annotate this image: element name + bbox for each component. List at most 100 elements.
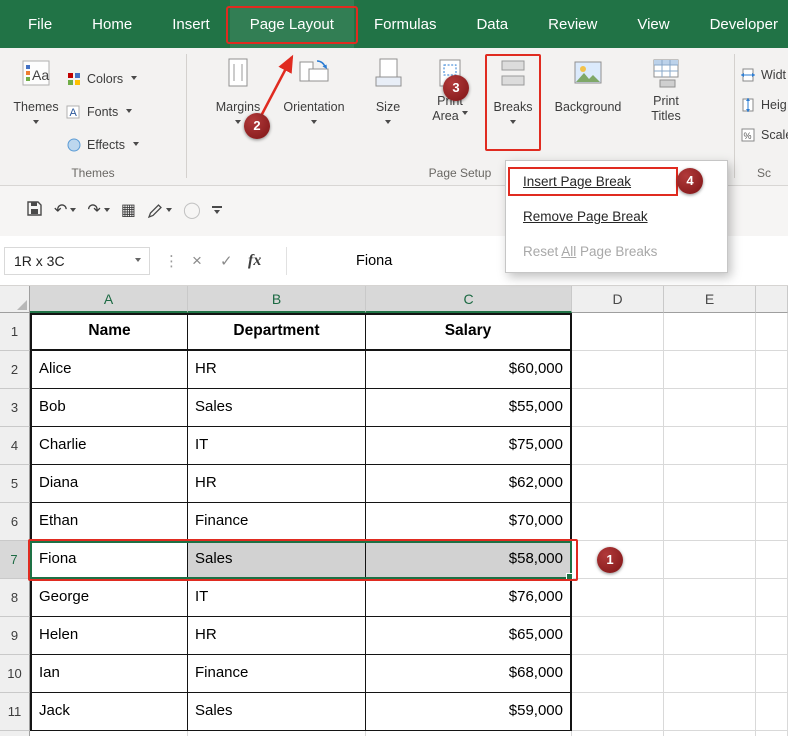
- select-all-button[interactable]: [0, 286, 30, 313]
- cell-name[interactable]: Alice: [30, 351, 188, 389]
- row-header[interactable]: 6: [0, 503, 30, 541]
- fonts-button[interactable]: A Fonts: [66, 99, 139, 125]
- cell-department[interactable]: HR: [188, 617, 366, 655]
- cell-empty[interactable]: [664, 617, 756, 655]
- tab-page-layout[interactable]: Page Layout: [225, 0, 358, 48]
- customize-qat-button[interactable]: [211, 205, 222, 217]
- cell-name[interactable]: George: [30, 579, 188, 617]
- column-header-d[interactable]: D: [572, 286, 664, 313]
- cell-empty[interactable]: [756, 655, 788, 693]
- cell-department[interactable]: Finance: [188, 503, 366, 541]
- column-header-c[interactable]: C: [366, 286, 572, 313]
- row-header[interactable]: 5: [0, 465, 30, 503]
- formula-bar-handle[interactable]: ⋮: [164, 247, 179, 275]
- menu-item-remove-page-break[interactable]: Remove Page Break: [506, 199, 727, 234]
- cell-salary[interactable]: $75,000: [366, 427, 572, 465]
- cell-empty[interactable]: [572, 313, 664, 351]
- shape-button[interactable]: ◯: [183, 203, 201, 219]
- menu-item-insert-page-break[interactable]: Insert Page Break 4: [506, 164, 727, 199]
- cell-empty[interactable]: [572, 655, 664, 693]
- tab-developer[interactable]: Developer: [690, 0, 788, 48]
- cell-empty[interactable]: [664, 503, 756, 541]
- cell-empty[interactable]: [756, 617, 788, 655]
- orientation-button[interactable]: Orientation: [274, 56, 354, 148]
- formula-input[interactable]: Fiona: [356, 247, 392, 275]
- tab-data[interactable]: Data: [456, 0, 528, 48]
- cell-salary[interactable]: $76,000: [366, 579, 572, 617]
- cell-empty[interactable]: [572, 427, 664, 465]
- tab-file[interactable]: File: [8, 0, 72, 48]
- cell-empty[interactable]: [572, 503, 664, 541]
- save-button[interactable]: [26, 200, 43, 222]
- row-header[interactable]: 7: [0, 541, 30, 579]
- cell-empty[interactable]: [756, 503, 788, 541]
- cell-salary[interactable]: $62,000: [366, 465, 572, 503]
- colors-button[interactable]: Colors: [66, 66, 139, 92]
- pen-tool-button[interactable]: [147, 203, 172, 219]
- row-header[interactable]: 11: [0, 693, 30, 731]
- tab-review[interactable]: Review: [528, 0, 617, 48]
- row-header[interactable]: 10: [0, 655, 30, 693]
- cell-empty[interactable]: [664, 655, 756, 693]
- name-box[interactable]: 1R x 3C: [4, 247, 150, 275]
- row-header[interactable]: 9: [0, 617, 30, 655]
- cell-empty[interactable]: [756, 389, 788, 427]
- grid-view-button[interactable]: ▦: [121, 203, 136, 219]
- cell-name[interactable]: Diana: [30, 465, 188, 503]
- cell-salary[interactable]: $60,000: [366, 351, 572, 389]
- width-control[interactable]: Widt: [740, 64, 786, 86]
- column-header-partial[interactable]: [756, 286, 788, 313]
- cell-empty[interactable]: [664, 427, 756, 465]
- cell-empty[interactable]: [756, 541, 788, 579]
- undo-button[interactable]: ↶: [54, 203, 77, 219]
- background-button[interactable]: Background: [546, 56, 630, 148]
- cell-department[interactable]: Sales: [188, 389, 366, 427]
- cell-name[interactable]: Name: [30, 313, 188, 351]
- cell-department[interactable]: Finance: [188, 655, 366, 693]
- column-header-a[interactable]: A: [30, 286, 188, 313]
- cell-empty[interactable]: [572, 693, 664, 731]
- cell-department[interactable]: Department: [188, 313, 366, 351]
- cell-department[interactable]: HR: [188, 465, 366, 503]
- tab-view[interactable]: View: [617, 0, 689, 48]
- cell-empty[interactable]: [572, 541, 664, 579]
- tab-formulas[interactable]: Formulas: [354, 0, 457, 48]
- cell-department[interactable]: Sales: [188, 693, 366, 731]
- cell-empty[interactable]: [664, 389, 756, 427]
- cell-salary[interactable]: $59,000: [366, 693, 572, 731]
- cell-department[interactable]: Sales: [188, 541, 366, 579]
- cell-empty[interactable]: [756, 693, 788, 731]
- cell-empty[interactable]: [572, 465, 664, 503]
- effects-button[interactable]: Effects: [66, 132, 139, 158]
- cell-empty[interactable]: [664, 351, 756, 389]
- cell-empty[interactable]: [664, 693, 756, 731]
- tab-home[interactable]: Home: [72, 0, 152, 48]
- print-area-button[interactable]: Print Area: [422, 56, 478, 148]
- row-header[interactable]: 1: [0, 313, 30, 351]
- cell-salary[interactable]: $65,000: [366, 617, 572, 655]
- insert-function-button[interactable]: fx: [248, 247, 261, 275]
- cancel-button[interactable]: ×: [192, 247, 202, 275]
- cell-empty[interactable]: [664, 541, 756, 579]
- themes-button[interactable]: Aa Themes: [8, 56, 64, 148]
- row-header[interactable]: 2: [0, 351, 30, 389]
- cell-empty[interactable]: [572, 617, 664, 655]
- size-button[interactable]: Size: [364, 56, 412, 148]
- cell-salary[interactable]: $55,000: [366, 389, 572, 427]
- cell-name[interactable]: Charlie: [30, 427, 188, 465]
- cell-empty[interactable]: [756, 313, 788, 351]
- cell-empty[interactable]: [664, 465, 756, 503]
- cell-name[interactable]: Jack: [30, 693, 188, 731]
- scale-control[interactable]: % Scale: [740, 124, 788, 146]
- cell-empty[interactable]: [756, 465, 788, 503]
- cell-empty[interactable]: [664, 579, 756, 617]
- cell-empty[interactable]: [756, 427, 788, 465]
- row-header[interactable]: 4: [0, 427, 30, 465]
- column-header-e[interactable]: E: [664, 286, 756, 313]
- column-header-b[interactable]: B: [188, 286, 366, 313]
- cell-empty[interactable]: [756, 351, 788, 389]
- print-titles-button[interactable]: Print Titles: [636, 56, 696, 148]
- cell-department[interactable]: IT: [188, 579, 366, 617]
- cell-empty[interactable]: [572, 389, 664, 427]
- cell-salary[interactable]: Salary: [366, 313, 572, 351]
